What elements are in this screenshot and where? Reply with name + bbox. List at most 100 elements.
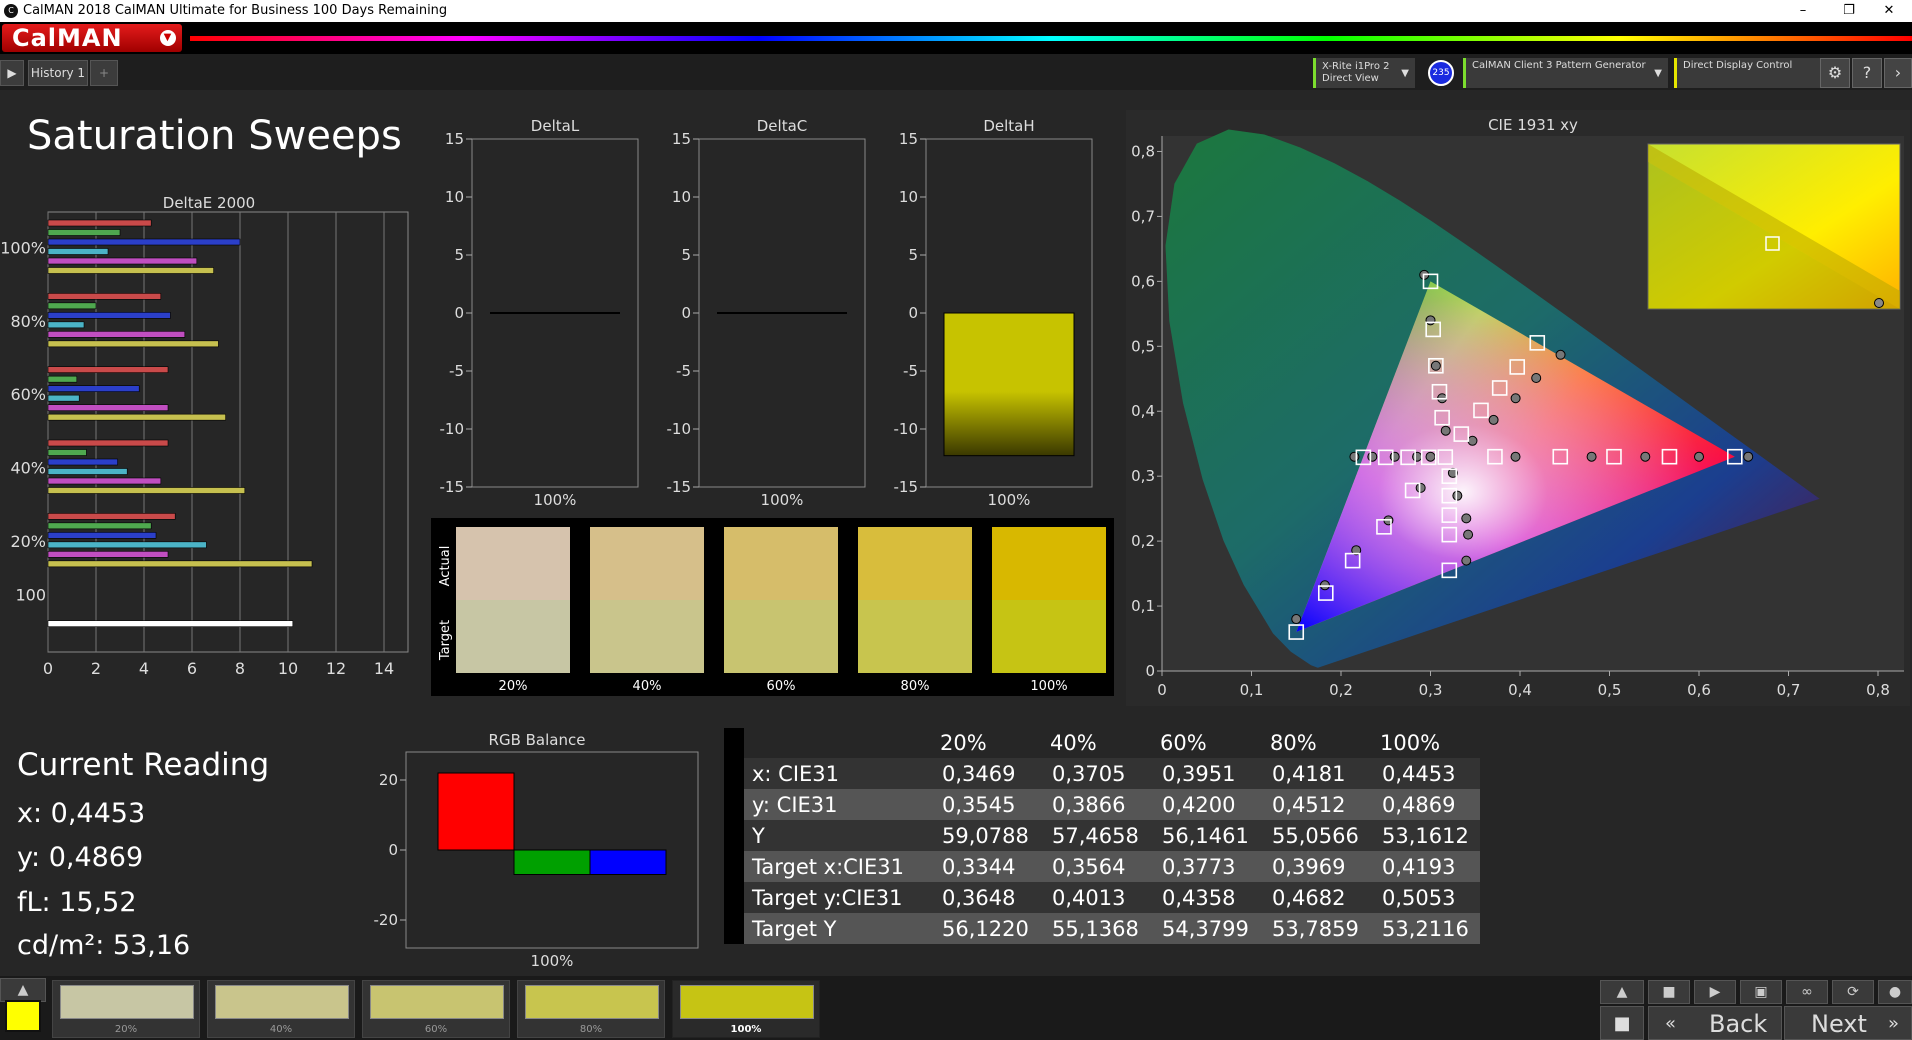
actual-label: Actual xyxy=(438,546,453,587)
tab-history-1[interactable]: History 1 xyxy=(28,60,88,86)
save-icon[interactable]: ▣ xyxy=(1740,980,1782,1004)
chevron-up-icon[interactable]: ▲ xyxy=(0,978,46,1002)
refresh-icon[interactable]: ⟳ xyxy=(1832,980,1874,1004)
pattern-generator-selector[interactable]: CalMAN Client 3 Pattern Generator ▼ xyxy=(1463,58,1668,88)
stop-measure-icon[interactable]: ■ xyxy=(1648,980,1690,1004)
deltae-bar xyxy=(47,404,169,411)
table-cell: 0,3469 xyxy=(934,758,1044,789)
row-indicator xyxy=(724,758,744,789)
deltae-bar xyxy=(47,487,246,494)
sweep-button[interactable]: 20% xyxy=(52,980,200,1038)
table-cell: 56,1461 xyxy=(1154,820,1264,851)
delta-chart-deltac: DeltaC 15 10 5 0 -5 -10 -15 100% xyxy=(667,117,866,509)
loop-icon[interactable]: ∞ xyxy=(1786,980,1828,1004)
generator-name: CalMAN Client 3 Pattern Generator xyxy=(1472,60,1646,71)
row-label: Y xyxy=(744,820,934,851)
cie-x-tick: 0 xyxy=(1157,681,1167,699)
table-cell: 0,3545 xyxy=(934,789,1044,820)
delta-chart-deltah: DeltaH 15 10 5 0 -5 -10 -15 100% xyxy=(894,117,1093,509)
deltae-bar xyxy=(47,229,121,236)
chevron-right-icon[interactable]: › xyxy=(1884,58,1912,88)
record-icon[interactable]: ● xyxy=(1878,980,1912,1004)
meter-selector[interactable]: X-Rite i1Pro 2 Direct View ▼ xyxy=(1313,58,1415,88)
deltae-bar xyxy=(47,532,157,539)
back-button[interactable]: « Back xyxy=(1648,1006,1782,1040)
display-control-selector[interactable]: Direct Display Control ▼ xyxy=(1674,58,1836,88)
table-cell: 0,5053 xyxy=(1374,882,1480,913)
delta-y-tick: -5 xyxy=(903,362,918,380)
gear-icon[interactable]: ⚙ xyxy=(1820,58,1850,88)
delta-y-tick: 0 xyxy=(454,304,464,322)
sweep-button[interactable]: 100% xyxy=(672,980,820,1038)
deltae-title: DeltaE 2000 xyxy=(163,194,255,212)
cie-measured-point xyxy=(1510,393,1521,404)
measurement-table: 20% 40% 60% 80% 100% x: CIE31 0,3469 0,370… xyxy=(724,728,1480,944)
deltae-bar xyxy=(47,312,171,319)
play-icon[interactable]: ▶ xyxy=(0,60,24,86)
chevron-up-icon[interactable]: ▲ xyxy=(1600,980,1644,1004)
sweep-label: 20% xyxy=(114,1024,138,1035)
table-cell: 0,4869 xyxy=(1374,789,1480,820)
rgb-title: RGB Balance xyxy=(489,731,586,749)
stop-icon[interactable]: ■ xyxy=(1600,1006,1644,1040)
cie-measured-point xyxy=(1367,451,1378,462)
table-cell: 0,4358 xyxy=(1154,882,1264,913)
deltae-bar xyxy=(47,468,128,475)
add-tab-button[interactable]: + xyxy=(90,60,118,86)
col-100: 100% xyxy=(1374,728,1480,758)
deltae-bar xyxy=(47,257,198,265)
title-bar: C CalMAN 2018 CalMAN Ultimate for Busine… xyxy=(0,0,1912,22)
table-cell: 0,3648 xyxy=(934,882,1044,913)
deltae-x-tick: 12 xyxy=(326,659,346,678)
cie-y-tick: 0,3 xyxy=(1131,467,1155,485)
swatch-label: 100% xyxy=(1030,679,1067,694)
row-label: x: CIE31 xyxy=(744,758,934,789)
deltae-bar xyxy=(47,513,176,520)
col-20: 20% xyxy=(934,728,1044,758)
delta-y-tick: 0 xyxy=(681,304,691,322)
calman-menu-button[interactable]: CalMAN ▼ xyxy=(2,24,182,52)
delta-chart-deltal: DeltaL 15 10 5 0 -5 -10 -15 100% xyxy=(440,117,639,509)
deltae-bar xyxy=(47,340,219,348)
play-measure-icon[interactable]: ▶ xyxy=(1694,980,1736,1004)
sweep-swatch xyxy=(680,985,814,1019)
rgb-balance-chart: RGB Balance 20 0 -20 100% xyxy=(374,731,699,970)
close-button[interactable]: ✕ xyxy=(1866,0,1912,22)
display-name: Direct Display Control xyxy=(1683,60,1793,71)
table-cell: 0,3705 xyxy=(1044,758,1154,789)
sweep-label: 100% xyxy=(730,1024,762,1035)
deltae-bar xyxy=(47,385,140,392)
swatch-target xyxy=(724,600,838,673)
swatch-target xyxy=(590,600,704,673)
chevron-down-icon: ▼ xyxy=(1654,68,1662,79)
meter-name: X-Rite i1Pro 2 xyxy=(1322,61,1390,72)
cie-chart: CIE 1931 xy 0 0,1 0,2 0,3 0,4 0,5 0,6 0,7 0,8 0 0,… xyxy=(1126,110,1910,706)
cie-measured-point xyxy=(1743,451,1754,462)
help-icon[interactable]: ? xyxy=(1852,58,1882,88)
sweep-button[interactable]: 60% xyxy=(362,980,510,1038)
sweep-button[interactable]: 40% xyxy=(207,980,355,1038)
cie-measured-point xyxy=(1425,315,1436,326)
swatch-target xyxy=(456,600,570,673)
table-cell: 0,3866 xyxy=(1044,789,1154,820)
sweep-button[interactable]: 80% xyxy=(517,980,665,1038)
meter-badge[interactable]: 235 xyxy=(1428,60,1454,86)
sweep-label: 60% xyxy=(424,1024,448,1035)
minimize-button[interactable]: – xyxy=(1780,0,1826,22)
table-cell: 0,4512 xyxy=(1264,789,1374,820)
cie-x-tick: 0,8 xyxy=(1866,681,1890,699)
delta-y-tick: -10 xyxy=(894,420,919,438)
row-label: Target y:CIE31 xyxy=(744,882,934,913)
table-cell: 59,0788 xyxy=(934,820,1044,851)
rgb-y-tick: -20 xyxy=(374,911,399,929)
delta-y-tick: 0 xyxy=(908,304,918,322)
rgb-bar xyxy=(437,772,515,851)
window-title: CalMAN 2018 CalMAN Ultimate for Business… xyxy=(23,3,448,18)
cie-x-tick: 0,2 xyxy=(1329,681,1353,699)
table-header-row: 20% 40% 60% 80% 100% xyxy=(724,728,1480,758)
deltae-bar xyxy=(47,413,226,421)
deltae-x-tick: 0 xyxy=(43,659,53,678)
table-row: x: CIE31 0,3469 0,3705 0,3951 0,4181 0,4453 xyxy=(724,758,1480,789)
next-button[interactable]: Next » xyxy=(1784,1006,1912,1040)
delta-y-tick: -15 xyxy=(440,478,465,496)
